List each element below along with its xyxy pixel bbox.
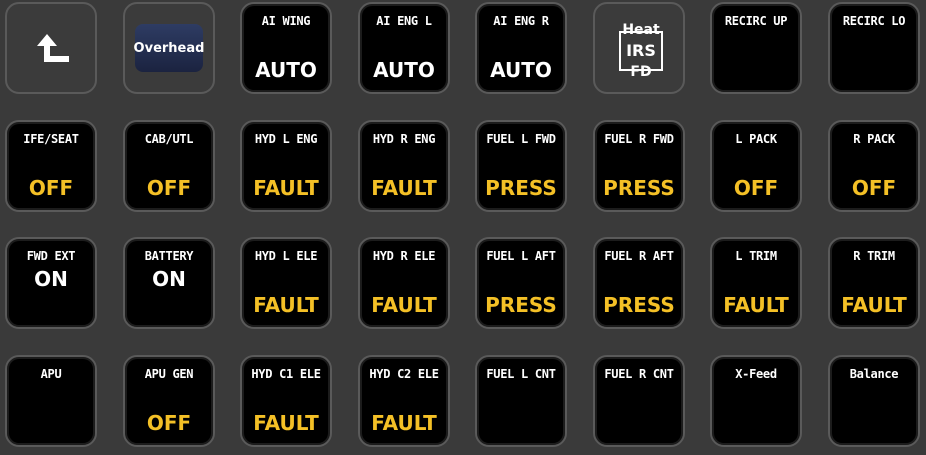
button-state: PRESS <box>485 176 557 200</box>
button-title: L TRIM <box>735 249 777 263</box>
hyd-c1-ele-button[interactable]: HYD C1 ELE FAULT <box>240 355 332 447</box>
back-arrow-icon <box>37 34 69 62</box>
button-state: AUTO <box>490 58 552 82</box>
heat-irs-fd-button[interactable]: Heat IRS FD <box>593 2 685 94</box>
button-title: HYD R ENG <box>372 132 436 146</box>
fuel-l-cnt-button[interactable]: FUEL L CNT <box>475 355 567 447</box>
button-title: FUEL R AFT <box>604 249 674 263</box>
button-state: FAULT <box>253 176 319 200</box>
apu-gen-button[interactable]: APU GEN OFF <box>123 355 215 447</box>
balance-button[interactable]: Balance <box>828 355 920 447</box>
button-grid: Overhead AI WING AUTO AI ENG L AUTO AI ENG RA… <box>0 0 926 455</box>
button-title: APU <box>40 367 62 381</box>
button-state: AUTO <box>255 58 317 82</box>
button-title: AI ENG R <box>493 14 549 28</box>
back-button[interactable] <box>5 2 97 94</box>
fuel-r-fwd-button[interactable]: FUEL R FWD PRESS <box>593 120 685 212</box>
irs-icon: Heat IRS FD <box>619 22 663 80</box>
button-title: RECIRC UP <box>724 14 788 28</box>
button-title: BATTERY <box>144 249 194 263</box>
overhead-label: Overhead <box>134 24 204 72</box>
button-state: PRESS <box>485 293 557 317</box>
button-state: OFF <box>733 176 779 200</box>
x-feed-button[interactable]: X-Feed <box>710 355 802 447</box>
button-title: HYD R ELE <box>372 249 436 263</box>
fuel-l-fwd-button[interactable]: FUEL L FWD PRESS <box>475 120 567 212</box>
button-title: R PACK <box>853 132 895 146</box>
hyd-l-ele-button[interactable]: HYD L ELE FAULT <box>240 237 332 329</box>
cab-utl-button[interactable]: CAB/UTL OFF <box>123 120 215 212</box>
button-state: FAULT <box>841 293 907 317</box>
button-state: AUTO <box>373 58 435 82</box>
hyd-l-eng-button[interactable]: HYD L ENG FAULT <box>240 120 332 212</box>
button-state: FAULT <box>371 411 437 435</box>
ai-wing-button[interactable]: AI WING AUTO <box>240 2 332 94</box>
ife-seat-button[interactable]: IFE/SEAT OFF <box>5 120 97 212</box>
button-state: FAULT <box>253 411 319 435</box>
recirc-lo-button[interactable]: RECIRC LO <box>828 2 920 94</box>
hyd-c2-ele-button[interactable]: HYD C2 ELE FAULT <box>358 355 450 447</box>
irs-main-text: IRS <box>626 41 656 60</box>
l-trim-button[interactable]: L TRIM FAULT <box>710 237 802 329</box>
button-title: FUEL L CNT <box>486 367 556 381</box>
button-title: HYD C2 ELE <box>369 367 439 381</box>
irs-fd-text: FD <box>630 64 651 80</box>
button-title: Balance <box>849 367 899 381</box>
button-title: HYD C1 ELE <box>251 367 321 381</box>
button-title: AI WING <box>261 14 311 28</box>
r-pack-button[interactable]: R PACK OFF <box>828 120 920 212</box>
ai-eng-r-button[interactable]: AI ENG R AUTO <box>475 2 567 94</box>
button-state: PRESS <box>603 176 675 200</box>
irs-heat-text: Heat <box>622 22 660 38</box>
ai-eng-l-button[interactable]: AI ENG L AUTO <box>358 2 450 94</box>
button-state: OFF <box>851 176 897 200</box>
recirc-up-button[interactable]: RECIRC UP <box>710 2 802 94</box>
overhead-button[interactable]: Overhead <box>123 2 215 94</box>
button-state: ON <box>152 267 186 291</box>
apu-button[interactable]: APU <box>5 355 97 447</box>
button-state: OFF <box>146 176 192 200</box>
button-title: FUEL R CNT <box>604 367 674 381</box>
l-pack-button[interactable]: L PACK OFF <box>710 120 802 212</box>
fuel-l-aft-button[interactable]: FUEL L AFT PRESS <box>475 237 567 329</box>
battery-button[interactable]: BATTERY ON <box>123 237 215 329</box>
fuel-r-cnt-button[interactable]: FUEL R CNT <box>593 355 685 447</box>
button-title: FUEL R FWD <box>604 132 674 146</box>
button-title: FUEL L AFT <box>486 249 556 263</box>
button-title: IFE/SEAT <box>23 132 79 146</box>
button-state: FAULT <box>371 176 437 200</box>
button-state: FAULT <box>371 293 437 317</box>
button-title: APU GEN <box>144 367 194 381</box>
button-state: OFF <box>28 176 74 200</box>
button-title: HYD L ENG <box>254 132 318 146</box>
button-state: FAULT <box>723 293 789 317</box>
button-state: FAULT <box>253 293 319 317</box>
button-state: OFF <box>146 411 192 435</box>
button-title: AI ENG L <box>376 14 432 28</box>
hyd-r-ele-button[interactable]: HYD R ELE FAULT <box>358 237 450 329</box>
button-title: FUEL L FWD <box>486 132 556 146</box>
r-trim-button[interactable]: R TRIM FAULT <box>828 237 920 329</box>
button-title: FWD EXT <box>26 249 76 263</box>
button-title: CAB/UTL <box>144 132 194 146</box>
button-state: PRESS <box>603 293 675 317</box>
hyd-r-eng-button[interactable]: HYD R ENG FAULT <box>358 120 450 212</box>
button-title: R TRIM <box>853 249 895 263</box>
button-title: L PACK <box>735 132 777 146</box>
button-title: HYD L ELE <box>254 249 318 263</box>
fuel-r-aft-button[interactable]: FUEL R AFT PRESS <box>593 237 685 329</box>
button-title: RECIRC LO <box>842 14 906 28</box>
button-state: ON <box>34 267 68 291</box>
button-title: X-Feed <box>735 367 777 381</box>
fwd-ext-button[interactable]: FWD EXT ON <box>5 237 97 329</box>
